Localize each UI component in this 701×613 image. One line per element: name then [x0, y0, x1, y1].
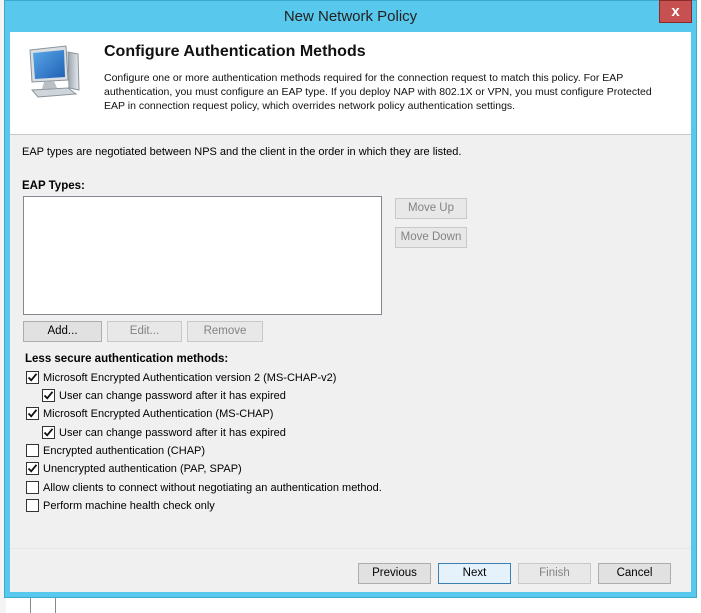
eap-intro-text: EAP types are negotiated between NPS and… — [22, 146, 462, 158]
mschap-label: Microsoft Encrypted Authentication (MS-C… — [43, 408, 274, 420]
previous-button[interactable]: Previous — [358, 563, 431, 584]
mschapv2-checkbox[interactable] — [26, 371, 39, 384]
cancel-button[interactable]: Cancel — [598, 563, 671, 584]
footer-divider — [10, 548, 691, 549]
move-up-button[interactable]: Move Up — [395, 198, 467, 219]
close-button[interactable]: x — [659, 0, 692, 23]
chap-checkbox[interactable] — [26, 444, 39, 457]
page-description: Configure one or more authentication met… — [104, 72, 652, 112]
background-scrollbar-stub — [30, 597, 56, 613]
monitor-icon — [29, 45, 80, 98]
less-secure-methods-label: Less secure authentication methods: — [25, 353, 229, 365]
pap-spap-checkbox[interactable] — [26, 462, 39, 475]
add-button[interactable]: Add... — [23, 321, 102, 342]
move-down-button[interactable]: Move Down — [395, 227, 467, 248]
next-button[interactable]: Next — [438, 563, 511, 584]
window-title: New Network Policy — [283, 8, 418, 25]
health-check-label: Perform machine health check only — [43, 500, 215, 512]
wizard-header: Configure Authentication Methods Configu… — [10, 32, 691, 135]
new-network-policy-dialog: New Network Policy x Configure Authentic… — [4, 0, 697, 598]
edit-button[interactable]: Edit... — [107, 321, 182, 342]
no-auth-checkbox[interactable] — [26, 481, 39, 494]
mschap-checkbox[interactable] — [26, 407, 39, 420]
finish-button[interactable]: Finish — [518, 563, 591, 584]
mschapv2-change-password-label: User can change password after it has ex… — [59, 390, 286, 402]
dialog-client-area: Configure Authentication Methods Configu… — [10, 32, 691, 592]
eap-types-list[interactable] — [23, 196, 382, 315]
chap-label: Encrypted authentication (CHAP) — [43, 445, 206, 457]
no-auth-label: Allow clients to connect without negotia… — [43, 482, 382, 494]
mschapv2-label: Microsoft Encrypted Authentication versi… — [43, 372, 337, 384]
page-title: Configure Authentication Methods — [104, 43, 366, 60]
mschap-change-password-checkbox[interactable] — [42, 426, 55, 439]
mschapv2-change-password-checkbox[interactable] — [42, 389, 55, 402]
close-icon: x — [671, 3, 680, 20]
eap-types-label: EAP Types: — [22, 180, 85, 192]
pap-spap-label: Unencrypted authentication (PAP, SPAP) — [43, 463, 242, 475]
mschap-change-password-label: User can change password after it has ex… — [59, 427, 286, 439]
remove-button[interactable]: Remove — [187, 321, 263, 342]
health-check-checkbox[interactable] — [26, 499, 39, 512]
